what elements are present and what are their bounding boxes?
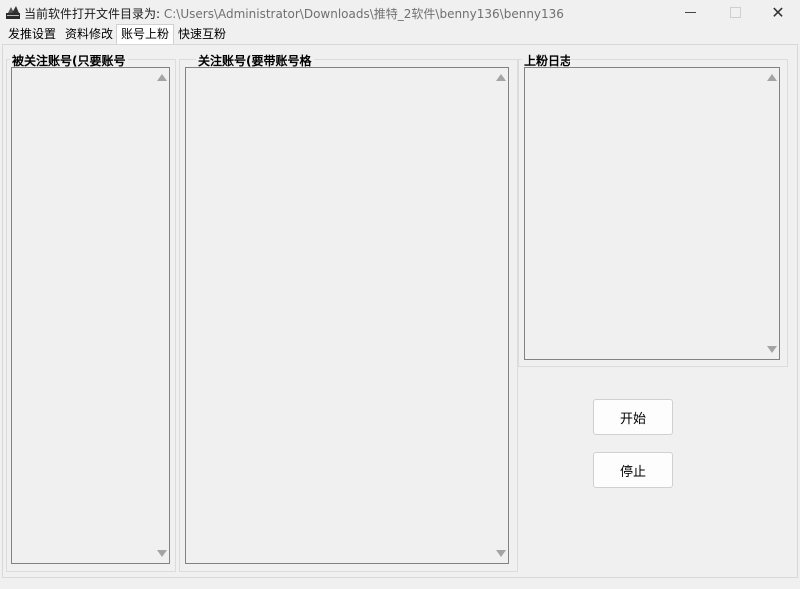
scroll-up-icon[interactable] [496, 74, 506, 81]
tab-quick-follow[interactable]: 快速互粉 [174, 25, 230, 44]
tab-strip: 发推设置 资料修改 账号上粉 快速互粉 [0, 24, 800, 46]
maximize-icon [729, 6, 741, 18]
maximize-button[interactable] [715, 0, 755, 24]
start-button[interactable]: 开始 [593, 399, 673, 435]
followed-scrollbar[interactable] [155, 68, 169, 563]
title-path: C:\Users\Administrator\Downloads\推特_2软件\… [163, 7, 564, 21]
log-textbox[interactable] [524, 67, 780, 360]
title-bar: 当前软件打开文件目录为: C:\Users\Administrator\Down… [0, 0, 800, 24]
close-icon: ✕ [771, 2, 785, 22]
scroll-down-icon[interactable] [767, 346, 777, 353]
tab-post-settings[interactable]: 发推设置 [4, 25, 60, 44]
scroll-down-icon[interactable] [496, 550, 506, 557]
followed-accounts-textbox[interactable] [11, 67, 170, 564]
scroll-up-icon[interactable] [767, 74, 777, 81]
minimize-icon [684, 11, 696, 13]
tab-account-followers[interactable]: 账号上粉 [116, 24, 175, 46]
minimize-button[interactable] [670, 0, 710, 24]
window-title: 当前软件打开文件目录为: C:\Users\Administrator\Down… [24, 5, 564, 22]
scroll-down-icon[interactable] [157, 550, 167, 557]
stop-button[interactable]: 停止 [593, 452, 673, 488]
close-button[interactable]: ✕ [758, 0, 798, 24]
follower-scrollbar[interactable] [494, 68, 508, 563]
log-scrollbar[interactable] [765, 68, 779, 359]
follower-accounts-textbox[interactable] [185, 67, 509, 564]
scroll-up-icon[interactable] [157, 74, 167, 81]
title-prefix: 当前软件打开文件目录为: [24, 7, 161, 21]
tab-profile-edit[interactable]: 资料修改 [61, 25, 117, 44]
app-icon [6, 6, 20, 19]
